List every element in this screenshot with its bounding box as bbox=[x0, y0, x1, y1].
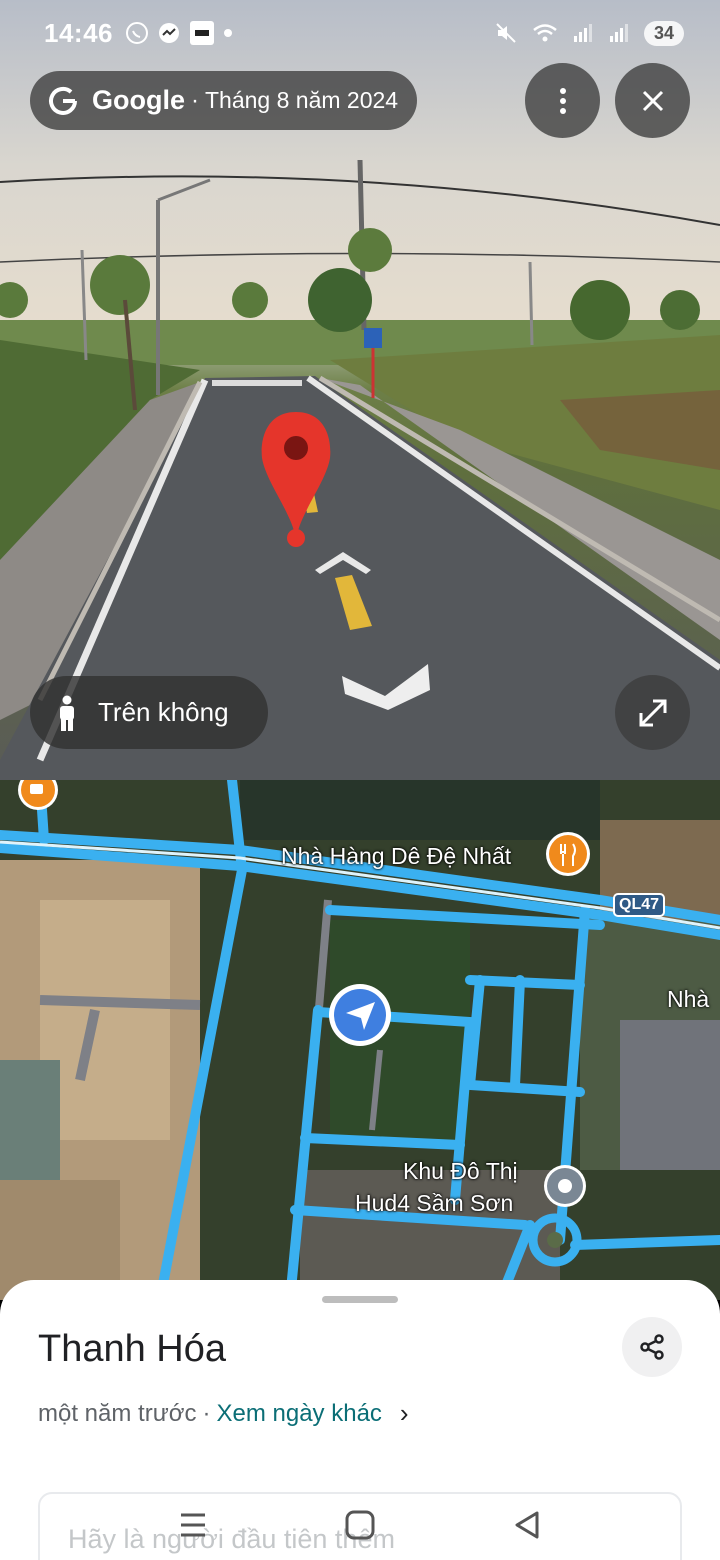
place-title: Thanh Hóa bbox=[38, 1328, 227, 1370]
back-icon[interactable] bbox=[513, 1510, 541, 1540]
system-nav-bar bbox=[0, 1490, 720, 1560]
signal-2-icon bbox=[609, 24, 628, 42]
street-view-panorama[interactable]: 14:46 34 Google · Tháng 8 năm 2024 Trên … bbox=[0, 0, 720, 780]
chevron-right-icon[interactable]: › bbox=[400, 1398, 409, 1429]
signal-1-icon bbox=[573, 24, 592, 42]
map-view[interactable]: Nhà Hàng Dê Đệ Nhất QL47 Nhà Khu Đô Thị … bbox=[0, 780, 720, 1300]
notification-icons bbox=[125, 20, 233, 46]
mute-icon bbox=[496, 23, 516, 43]
google-g-icon bbox=[49, 86, 77, 115]
close-icon bbox=[642, 90, 663, 111]
area-label-line2[interactable]: Hud4 Sầm Sơn bbox=[355, 1188, 513, 1219]
route-shield: QL47 bbox=[613, 893, 666, 917]
fullscreen-button[interactable] bbox=[615, 675, 690, 750]
person-icon bbox=[60, 695, 74, 731]
aerial-view-label: Trên không bbox=[98, 697, 229, 727]
wifi-icon bbox=[533, 24, 557, 42]
fullscreen-icon bbox=[639, 699, 666, 726]
whatsapp-icon bbox=[126, 22, 148, 44]
messenger-icon bbox=[159, 23, 179, 43]
share-button[interactable] bbox=[622, 1317, 682, 1377]
imagery-date-pill[interactable]: Google · Tháng 8 năm 2024 bbox=[30, 71, 417, 130]
recents-icon[interactable] bbox=[179, 1512, 207, 1538]
poi-partial-label[interactable]: Nhà bbox=[667, 984, 709, 1015]
aerial-view-button[interactable]: Trên không bbox=[30, 676, 268, 749]
imagery-date: Tháng 8 năm 2024 bbox=[205, 87, 399, 113]
status-bar: 14:46 34 bbox=[0, 0, 720, 66]
brand-label: Google bbox=[92, 85, 185, 115]
meta-row: một năm trước · Xem ngày khác › bbox=[38, 1398, 409, 1429]
app-notification-icon bbox=[190, 21, 214, 45]
area-label-line1[interactable]: Khu Đô Thị bbox=[403, 1156, 518, 1187]
status-time: 14:46 bbox=[44, 17, 113, 48]
more-vert-icon bbox=[559, 87, 566, 114]
home-icon[interactable] bbox=[345, 1510, 375, 1540]
time-ago: một năm trước bbox=[38, 1399, 197, 1427]
battery-indicator: 34 bbox=[643, 20, 684, 46]
see-other-dates-link[interactable]: Xem ngày khác bbox=[217, 1400, 382, 1428]
share-icon bbox=[640, 1334, 664, 1360]
separator: · bbox=[202, 1399, 211, 1427]
more-options-button[interactable] bbox=[525, 63, 600, 138]
close-button[interactable] bbox=[615, 63, 690, 138]
more-notifications-dot-icon bbox=[224, 29, 232, 37]
separator: · bbox=[191, 86, 199, 114]
drag-handle[interactable] bbox=[322, 1296, 398, 1303]
poi-restaurant-label[interactable]: Nhà Hàng Dê Đệ Nhất bbox=[281, 841, 511, 872]
